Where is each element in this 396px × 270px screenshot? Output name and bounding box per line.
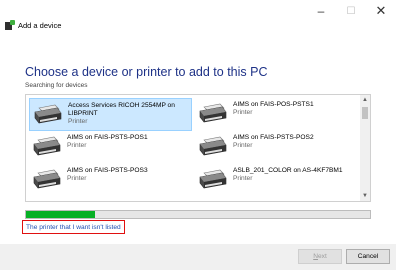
device-text: AIMS on FAIS-POS-PSTS1 Printer	[233, 101, 314, 117]
device-item[interactable]: AIMS on FAIS-PSTS-POS2 Printer	[195, 131, 358, 164]
cancel-button[interactable]: Cancel	[346, 249, 390, 264]
device-type: Printer	[68, 117, 88, 125]
device-text: AIMS on FAIS-PSTS-POS3 Printer	[67, 167, 148, 183]
scrollbar[interactable]: ▲ ▼	[360, 95, 370, 201]
maximize-button[interactable]: ☐	[336, 0, 366, 22]
device-text: AIMS on FAIS-PSTS-POS2 Printer	[233, 134, 314, 150]
minimize-button[interactable]: –	[306, 0, 336, 22]
device-list[interactable]: Access Services RICOH 2554MP on LIBPRINT…	[25, 94, 371, 202]
search-status: Searching for devices	[25, 82, 88, 89]
add-device-icon	[5, 20, 15, 30]
device-item[interactable]: Access Services RICOH 2554MP on LIBPRINT…	[29, 98, 192, 131]
window-title: Add a device	[18, 20, 62, 30]
device-text: ASLB_201_COLOR on AS-4KF7BM1 Printer	[233, 167, 343, 183]
printer-not-listed-link[interactable]: The printer that I want isn't listed	[22, 220, 125, 234]
scroll-down-arrow[interactable]: ▼	[360, 191, 370, 201]
device-text: AIMS on FAIS-PSTS-POS1 Printer	[67, 134, 148, 150]
device-type: Printer	[67, 141, 87, 149]
device-name: AIMS on FAIS-PSTS-POS2	[233, 134, 314, 141]
printer-icon	[198, 103, 228, 125]
device-type: Printer	[233, 174, 253, 182]
device-text: Access Services RICOH 2554MP on LIBPRINT…	[68, 102, 188, 125]
device-type: Printer	[233, 141, 253, 149]
device-name: AIMS on FAIS-PSTS-POS1	[67, 134, 148, 141]
device-item[interactable]: AIMS on FAIS-PSTS-POS1 Printer	[29, 131, 192, 164]
device-name: AIMS on FAIS-POS-PSTS1	[233, 101, 314, 108]
next-button[interactable]: Next	[298, 249, 342, 264]
device-name: AIMS on FAIS-PSTS-POS3	[67, 167, 148, 174]
device-item[interactable]: AIMS on FAIS-PSTS-POS3 Printer	[29, 164, 192, 197]
device-item[interactable]: ASLB_201_COLOR on AS-4KF7BM1 Printer	[195, 164, 358, 197]
progress-fill	[26, 211, 95, 218]
page-title: Choose a device or printer to add to thi…	[25, 65, 268, 79]
window-controls: – ☐ ✕	[306, 0, 396, 22]
printer-icon	[33, 104, 63, 126]
device-type: Printer	[67, 174, 87, 182]
footer-bar: Next Cancel	[0, 244, 396, 270]
search-progress-bar	[25, 210, 371, 219]
printer-icon	[32, 169, 62, 191]
scroll-up-arrow[interactable]: ▲	[360, 95, 370, 105]
scroll-thumb[interactable]	[362, 107, 368, 119]
window-header: Add a device	[5, 20, 61, 30]
printer-icon	[198, 169, 228, 191]
printer-icon	[32, 136, 62, 158]
device-name: Access Services RICOH 2554MP on LIBPRINT	[68, 102, 175, 117]
device-item[interactable]: AIMS on FAIS-POS-PSTS1 Printer	[195, 98, 358, 131]
printer-icon	[198, 136, 228, 158]
device-type: Printer	[233, 108, 253, 116]
device-name: ASLB_201_COLOR on AS-4KF7BM1	[233, 167, 343, 174]
close-button[interactable]: ✕	[366, 0, 396, 22]
